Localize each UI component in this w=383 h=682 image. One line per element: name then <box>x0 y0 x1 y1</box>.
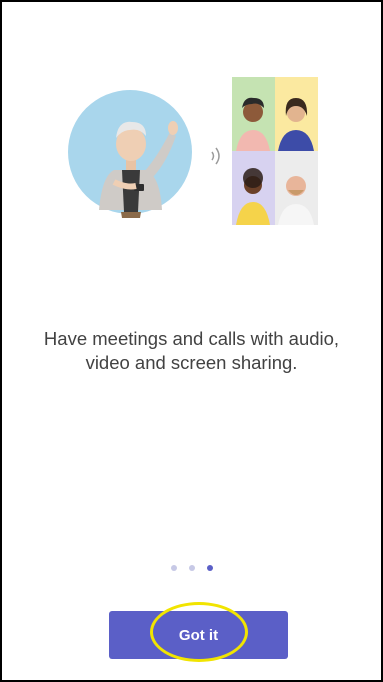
page-indicator <box>2 565 381 571</box>
page-dot-1[interactable] <box>170 565 177 571</box>
page-dot-2[interactable] <box>188 565 195 571</box>
description-line-1: Have meetings and calls with audio, <box>43 328 340 349</box>
sound-waves-icon <box>211 147 220 165</box>
description-line-2: video and screen sharing. <box>85 352 298 373</box>
got-it-button[interactable]: Got it <box>109 611 288 659</box>
onboarding-description: Have meetings and calls with audio, vide… <box>2 327 381 375</box>
video-call-illustration <box>66 72 322 232</box>
page-dot-3-active[interactable] <box>206 565 213 571</box>
onboarding-screen: Have meetings and calls with audio, vide… <box>0 0 383 682</box>
participant-grid-icon <box>232 77 318 225</box>
